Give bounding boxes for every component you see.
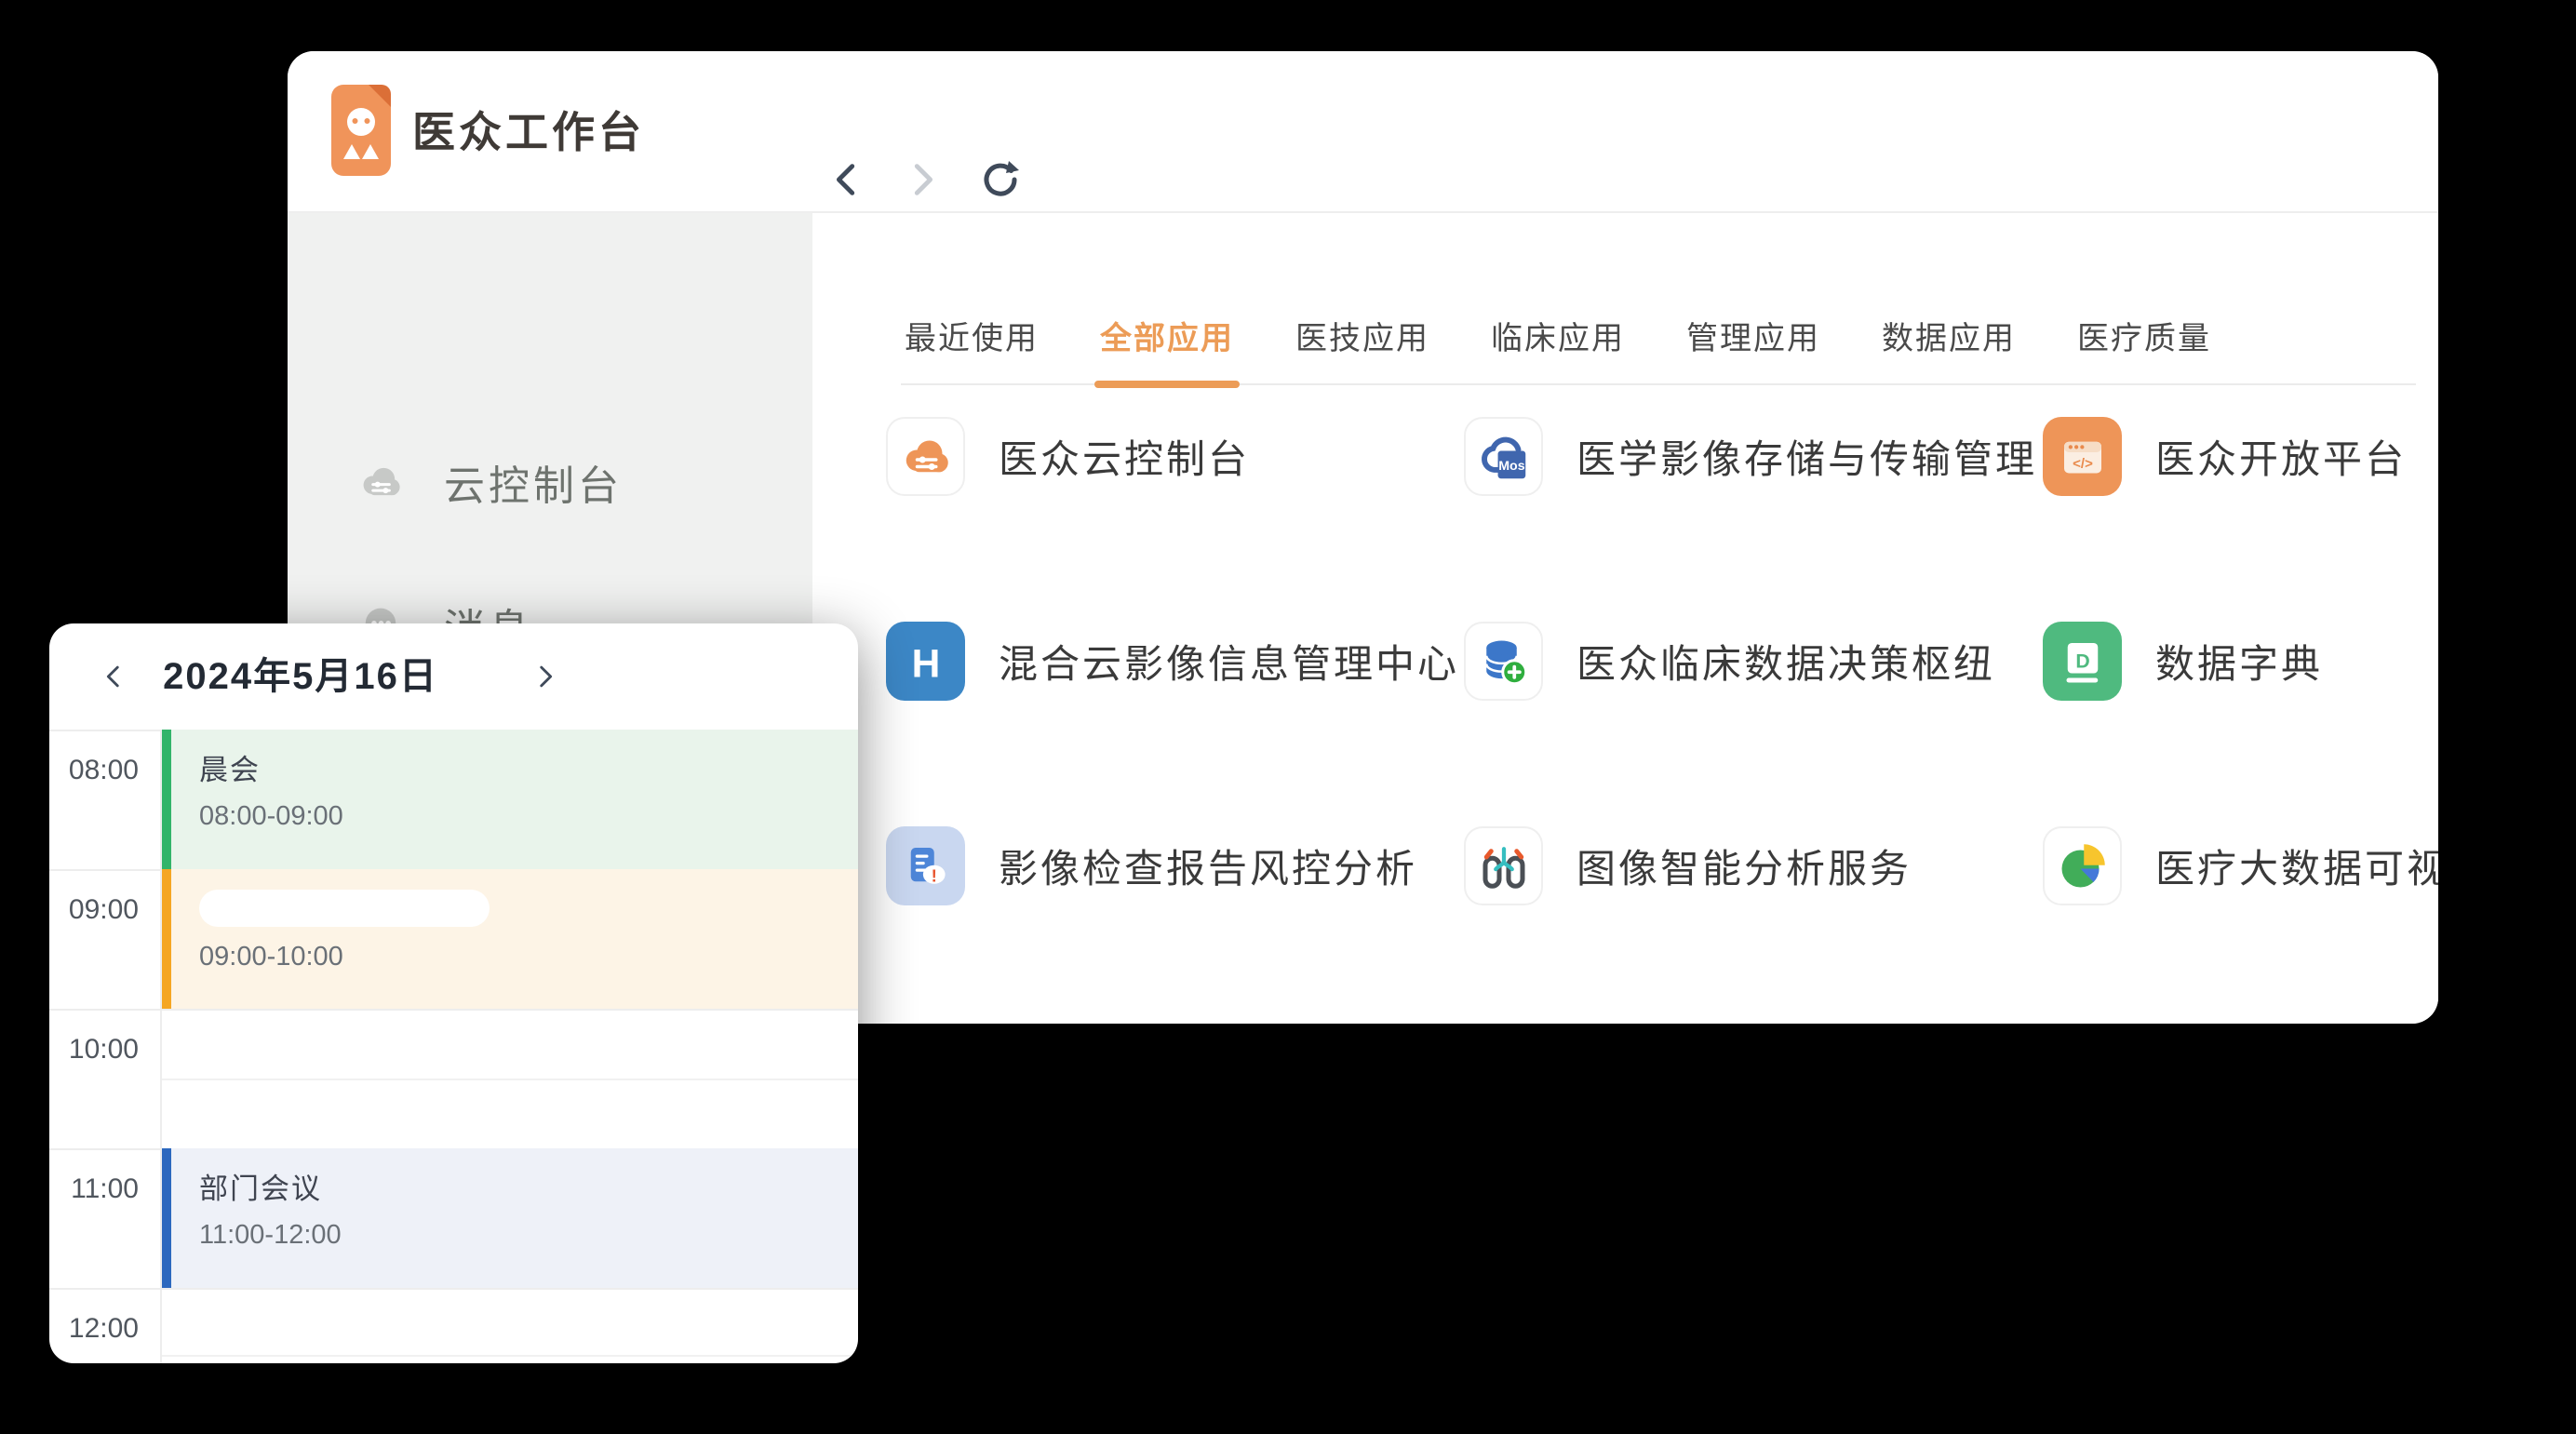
app-label: 医疗大数据可视化 bbox=[2155, 838, 2438, 894]
calendar-event-redacted[interactable]: 09:00-10:00 bbox=[162, 869, 858, 1009]
report-warning-icon: ! bbox=[886, 826, 965, 905]
redacted-event-title-pill bbox=[199, 890, 490, 927]
app-title: 医众工作台 bbox=[412, 51, 645, 213]
app-label: 图像智能分析服务 bbox=[1576, 838, 1912, 894]
event-time: 11:00-12:00 bbox=[199, 1220, 858, 1251]
svg-text:</>: </> bbox=[2073, 455, 2093, 471]
hour-line bbox=[49, 1009, 858, 1011]
sidebar-item-cloud-console[interactable]: 云控制台 bbox=[356, 453, 623, 511]
calendar-event-department-meeting[interactable]: 部门会议 11:00-12:00 bbox=[162, 1148, 858, 1288]
sidebar-item-label: 云控制台 bbox=[444, 452, 623, 512]
tab-medtech-apps[interactable]: 医技应用 bbox=[1292, 287, 1433, 383]
tab-management-apps[interactable]: 管理应用 bbox=[1683, 287, 1824, 383]
blue-cloud-mos-icon: Mos bbox=[1464, 417, 1543, 496]
cloud-settings-icon bbox=[356, 458, 405, 506]
calendar-next-day-button[interactable] bbox=[520, 651, 570, 702]
lungs-icon bbox=[1464, 826, 1543, 905]
app-logo-icon bbox=[331, 85, 391, 176]
svg-text:!: ! bbox=[931, 865, 936, 885]
tab-clinical-apps[interactable]: 临床应用 bbox=[1487, 287, 1629, 383]
code-browser-icon: </> bbox=[2043, 417, 2122, 496]
svg-text:Mos: Mos bbox=[1498, 459, 1524, 474]
tab-all-apps[interactable]: 全部应用 bbox=[1096, 287, 1238, 383]
tab-bar: 最近使用 全部应用 医技应用 临床应用 管理应用 数据应用 医疗质量 bbox=[901, 287, 2416, 385]
orange-cloud-sliders-icon bbox=[886, 417, 965, 496]
svg-text:H: H bbox=[911, 642, 940, 686]
blue-h-icon: H bbox=[886, 622, 965, 701]
main-content: 最近使用 全部应用 医技应用 临床应用 管理应用 数据应用 医疗质量 bbox=[812, 213, 2438, 1024]
app-label: 数据字典 bbox=[2155, 633, 2323, 690]
app-report-risk-analysis[interactable]: ! 影像检查报告风控分析 bbox=[886, 826, 1417, 905]
calendar-panel: 2024年5月16日 08:00 09:00 10:00 11:00 12:00… bbox=[49, 623, 858, 1363]
app-label: 影像检查报告风控分析 bbox=[999, 838, 1417, 894]
nav-back-button[interactable] bbox=[823, 155, 871, 204]
app-data-dictionary[interactable]: D 数据字典 bbox=[2043, 622, 2323, 701]
app-open-platform[interactable]: </> 医众开放平台 bbox=[2043, 417, 2407, 496]
app-cloud-console[interactable]: 医众云控制台 bbox=[886, 417, 1250, 496]
half-hour-line bbox=[160, 1355, 858, 1357]
forward-chevron-icon bbox=[901, 158, 944, 201]
hour-line bbox=[49, 1288, 858, 1290]
svg-text:D: D bbox=[2075, 650, 2089, 672]
calendar-day-grid: 08:00 09:00 10:00 11:00 12:00 晨会 08:00-0… bbox=[49, 730, 858, 1363]
app-label: 医众开放平台 bbox=[2155, 428, 2407, 485]
nav-forward-button[interactable] bbox=[898, 155, 946, 204]
pie-chart-icon bbox=[2043, 826, 2122, 905]
event-title: 部门会议 bbox=[199, 1165, 858, 1207]
app-pacs[interactable]: Mos 医学影像存储与传输管理 bbox=[1464, 417, 2037, 496]
calendar-event-morning-meeting[interactable]: 晨会 08:00-09:00 bbox=[162, 730, 858, 869]
window-header: 医众工作台 bbox=[288, 51, 2438, 213]
green-dictionary-icon: D bbox=[2043, 622, 2122, 701]
event-title: 晨会 bbox=[199, 746, 858, 788]
event-time: 08:00-09:00 bbox=[199, 801, 858, 832]
app-label: 医众临床数据决策枢纽 bbox=[1576, 633, 1995, 690]
time-label: 10:00 bbox=[49, 1034, 139, 1065]
app-label: 医众云控制台 bbox=[999, 428, 1250, 485]
event-time: 09:00-10:00 bbox=[199, 942, 858, 972]
tab-quality[interactable]: 医疗质量 bbox=[2073, 287, 2215, 383]
time-label: 11:00 bbox=[49, 1173, 139, 1205]
time-label: 09:00 bbox=[49, 894, 139, 926]
chevron-right-icon bbox=[530, 661, 561, 692]
app-image-ai-analysis[interactable]: 图像智能分析服务 bbox=[1464, 826, 1912, 905]
time-label: 12:00 bbox=[49, 1313, 139, 1345]
app-bigdata-visualization[interactable]: 医疗大数据可视化 bbox=[2043, 826, 2438, 905]
refresh-button[interactable] bbox=[976, 155, 1025, 204]
tab-data-apps[interactable]: 数据应用 bbox=[1878, 287, 2019, 383]
database-plus-icon bbox=[1464, 622, 1543, 701]
refresh-icon bbox=[978, 157, 1023, 202]
app-label: 医学影像存储与传输管理 bbox=[1576, 428, 2037, 485]
time-label: 08:00 bbox=[49, 755, 139, 786]
app-clinical-data-hub[interactable]: 医众临床数据决策枢纽 bbox=[1464, 622, 1995, 701]
back-chevron-icon bbox=[825, 158, 868, 201]
calendar-date-title: 2024年5月16日 bbox=[114, 623, 487, 730]
calendar-header: 2024年5月16日 bbox=[49, 623, 858, 731]
app-hybrid-cloud-imaging[interactable]: H 混合云影像信息管理中心 bbox=[886, 622, 1459, 701]
app-label: 混合云影像信息管理中心 bbox=[999, 633, 1459, 690]
tab-recent[interactable]: 最近使用 bbox=[901, 287, 1042, 383]
half-hour-line bbox=[160, 1079, 858, 1080]
